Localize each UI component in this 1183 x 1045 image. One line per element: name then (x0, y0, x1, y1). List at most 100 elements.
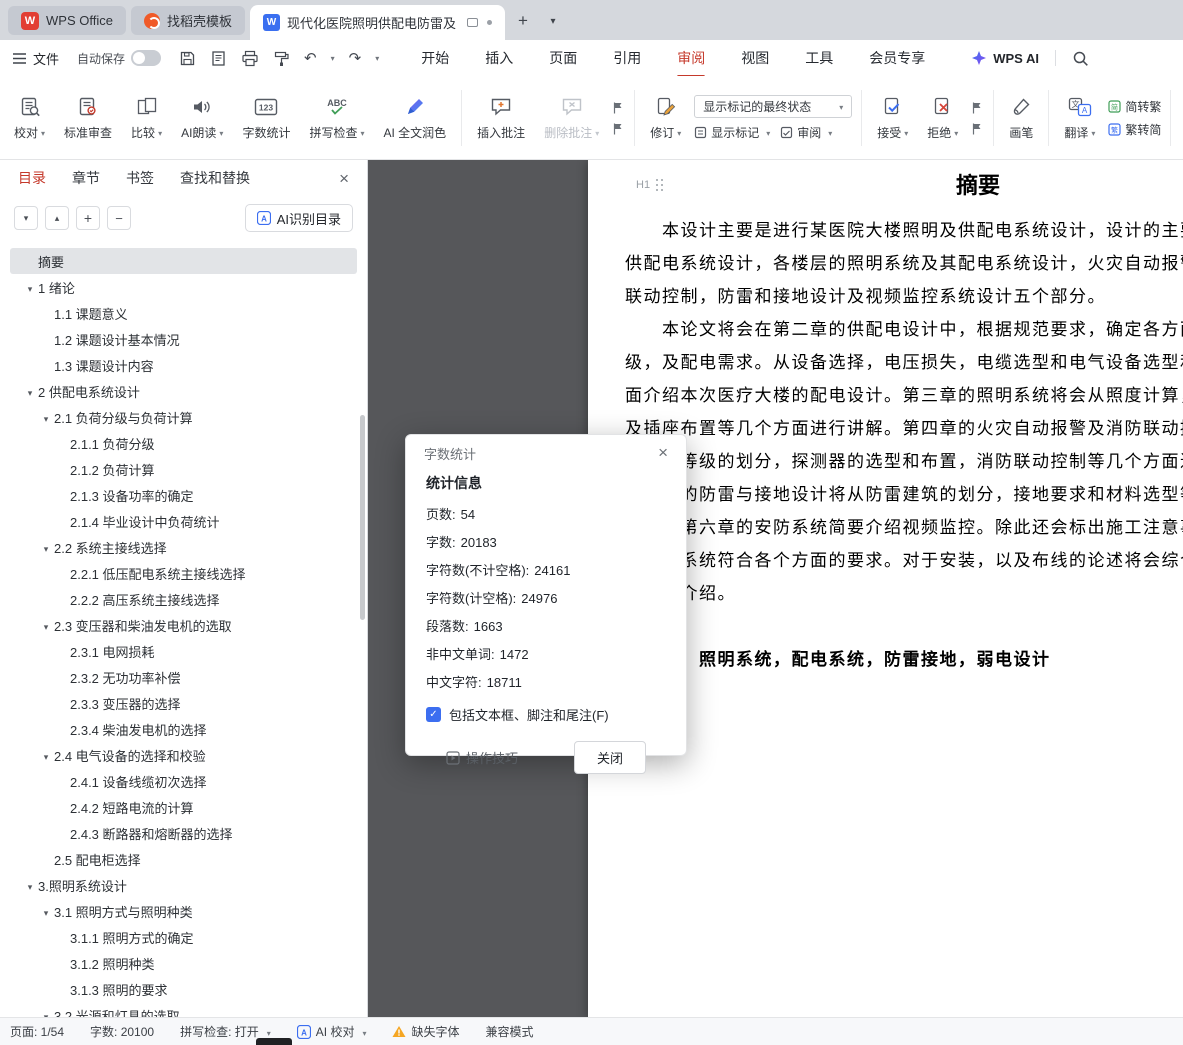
toc-item[interactable]: 2.2.1 低压配电系统主接线选择 (10, 560, 357, 586)
next-comment-icon[interactable] (612, 122, 625, 135)
toc-item[interactable]: 2.2.2 高压系统主接线选择 (10, 586, 357, 612)
tab-wps-office[interactable]: WPS Office (8, 6, 126, 35)
expand-heading-button[interactable] (45, 206, 69, 230)
next-revision-icon[interactable] (971, 122, 984, 135)
menu-item[interactable]: 插入 (485, 48, 513, 68)
toc-item[interactable]: 2.1.4 毕业设计中负荷统计 (10, 508, 357, 534)
delete-comment-button[interactable]: 删除批注 (538, 85, 605, 151)
panel-tab[interactable]: 书签 (126, 168, 154, 188)
close-sidebar-icon[interactable] (339, 170, 349, 187)
panel-tab[interactable]: 目录 (18, 168, 46, 188)
collapse-heading-button[interactable] (14, 206, 38, 230)
toc-item[interactable]: 2.3.3 变压器的选择 (10, 690, 357, 716)
reject-button[interactable]: 拒绝 (921, 85, 964, 151)
toc-item[interactable]: 摘要 (10, 248, 357, 274)
menu-item[interactable]: 页面 (549, 48, 577, 68)
close-dialog-icon[interactable] (658, 444, 668, 462)
dialog-close-button[interactable]: 关闭 (574, 741, 646, 774)
translate-button[interactable]: 文A 翻译 (1058, 85, 1101, 151)
previous-revision-icon[interactable] (971, 101, 984, 114)
toc-expand-icon[interactable] (22, 384, 38, 399)
spell-check-button[interactable]: ABC 拼写检查 (303, 85, 370, 151)
toc-item[interactable]: 2.4.3 断路器和熔断器的选择 (10, 820, 357, 846)
markup-state-dropdown[interactable]: 显示标记的最终状态 (694, 95, 852, 118)
toggle-off-icon[interactable] (131, 50, 161, 66)
word-count-indicator[interactable]: 字数: 20100 (90, 1023, 154, 1040)
toc-item[interactable]: 3.2 光源和灯具的选取 (10, 1002, 357, 1017)
toc-expand-icon[interactable] (38, 1008, 54, 1018)
toc-item[interactable]: 2.4.2 短路电流的计算 (10, 794, 357, 820)
ai-read-aloud-button[interactable]: AI朗读 (175, 85, 229, 151)
format-painter-icon[interactable] (273, 50, 290, 67)
menu-item[interactable]: 视图 (741, 48, 769, 68)
page-indicator[interactable]: 页面: 1/54 (10, 1023, 64, 1040)
toc-item[interactable]: 3.1 照明方式与照明种类 (10, 898, 357, 924)
toc-item[interactable]: 1 绪论 (10, 274, 357, 300)
toc-item[interactable]: 2.1 负荷分级与负荷计算 (10, 404, 357, 430)
previous-comment-icon[interactable] (612, 101, 625, 114)
menu-item[interactable]: 工具 (805, 48, 833, 68)
wps-ai-button[interactable]: WPS AI (971, 50, 1039, 66)
dialog-header[interactable]: 字数统计 (406, 435, 686, 471)
menu-item[interactable]: 会员专享 (869, 48, 925, 68)
toc-expand-icon[interactable] (38, 540, 54, 555)
print-preview-icon[interactable] (210, 50, 227, 67)
toc-item[interactable]: 1.3 课题设计内容 (10, 352, 357, 378)
tab-list-dropdown-icon[interactable] (541, 9, 565, 33)
ink-pen-button[interactable]: 画笔 (1003, 85, 1039, 151)
toc-item[interactable]: 1.2 课题设计基本情况 (10, 326, 357, 352)
ai-proofread-status[interactable]: A AI 校对 (297, 1023, 367, 1040)
tab-current-document[interactable]: 现代化医院照明供配电防雷及 (250, 5, 505, 40)
new-tab-button[interactable] (511, 9, 535, 33)
toc-item[interactable]: 2.3.4 柴油发电机的选择 (10, 716, 357, 742)
undo-icon[interactable] (304, 49, 317, 67)
toc-item[interactable]: 2.1.1 负荷分级 (10, 430, 357, 456)
ai-outline-button[interactable]: A AI识别目录 (245, 204, 353, 232)
toc-item[interactable]: 2.5 配电柜选择 (10, 846, 357, 872)
simplified-to-traditional-button[interactable]: 简 简转繁 (1108, 98, 1161, 115)
print-icon[interactable] (241, 50, 259, 67)
traditional-to-simplified-button[interactable]: 繁 繁转简 (1108, 121, 1161, 138)
toc-item[interactable]: 3.照明系统设计 (10, 872, 357, 898)
drag-handle-icon[interactable] (655, 178, 664, 191)
toc-item[interactable]: 2 供配电系统设计 (10, 378, 357, 404)
review-button[interactable]: 审阅 (780, 124, 832, 141)
toc-expand-icon[interactable] (38, 618, 54, 633)
toc-item[interactable]: 2.3.1 电网损耗 (10, 638, 357, 664)
sidebar-scrollbar[interactable] (360, 415, 365, 620)
track-changes-button[interactable]: 修订 (644, 85, 687, 151)
word-count-button[interactable]: 123 字数统计 (236, 85, 296, 151)
show-markup-button[interactable]: 显示标记 (694, 124, 770, 141)
save-icon[interactable] (179, 50, 196, 67)
expand-all-button[interactable] (76, 206, 100, 230)
toc-item[interactable]: 3.1.3 照明的要求 (10, 976, 357, 1002)
missing-font-warning[interactable]: 缺失字体 (392, 1023, 459, 1040)
redo-icon[interactable] (349, 49, 362, 67)
toc-item[interactable]: 3.1.2 照明种类 (10, 950, 357, 976)
menu-item[interactable]: 开始 (421, 48, 449, 68)
toc-item[interactable]: 2.3 变压器和柴油发电机的选取 (10, 612, 357, 638)
proofread-button[interactable]: 校对 (8, 85, 51, 151)
checkbox-checked-icon[interactable] (426, 707, 441, 722)
undo-dropdown-icon[interactable] (331, 54, 335, 63)
autosave-toggle[interactable]: 自动保存 (77, 50, 161, 67)
tab-window-icon[interactable] (467, 18, 478, 27)
panel-tab[interactable]: 查找和替换 (180, 168, 250, 188)
insert-comment-button[interactable]: 插入批注 (471, 85, 531, 151)
toc-item[interactable]: 3.1.1 照明方式的确定 (10, 924, 357, 950)
toc-item[interactable]: 2.1.3 设备功率的确定 (10, 482, 357, 508)
panel-tab[interactable]: 章节 (72, 168, 100, 188)
file-menu-button[interactable]: 文件 (12, 49, 59, 68)
redo-dropdown-icon[interactable] (375, 54, 379, 63)
toc-expand-icon[interactable] (38, 410, 54, 425)
toc-item[interactable]: 1.1 课题意义 (10, 300, 357, 326)
toc-item[interactable]: 2.3.2 无功功率补偿 (10, 664, 357, 690)
toc-item[interactable]: 2.1.2 负荷计算 (10, 456, 357, 482)
toc-expand-icon[interactable] (22, 878, 38, 893)
toc-expand-icon[interactable] (22, 280, 38, 295)
menu-item[interactable]: 引用 (613, 48, 641, 68)
accept-button[interactable]: 接受 (871, 85, 914, 151)
toc-item[interactable]: 2.4 电气设备的选择和校验 (10, 742, 357, 768)
toc-item[interactable]: 2.4.1 设备线缆初次选择 (10, 768, 357, 794)
collapse-all-button[interactable] (107, 206, 131, 230)
